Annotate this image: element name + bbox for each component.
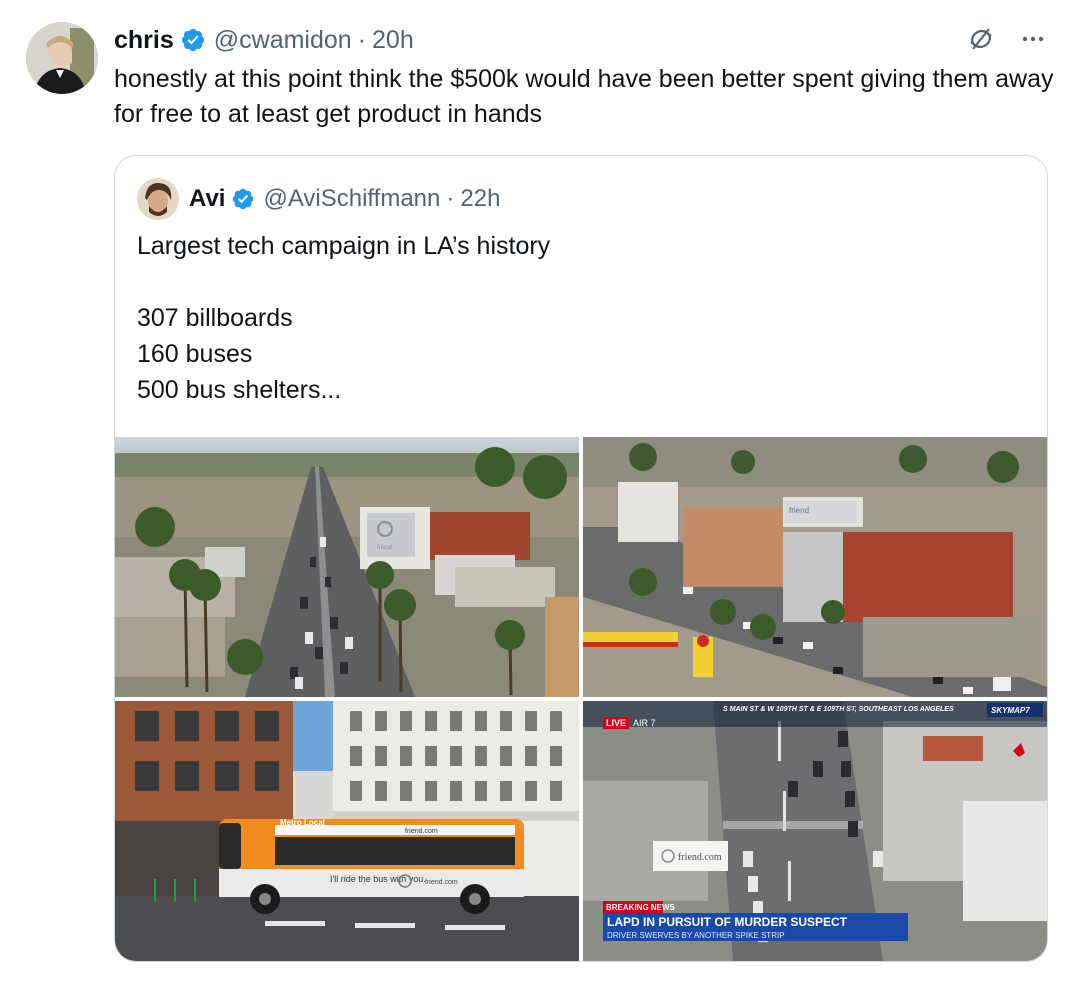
verified-badge-icon <box>231 187 255 211</box>
quoted-line: 160 buses <box>137 340 253 368</box>
quoted-author-handle[interactable]: @AviSchiffmann <box>263 185 440 213</box>
bus-route-label: Metro Local <box>280 818 325 827</box>
author-name[interactable]: chris <box>114 26 174 55</box>
quoted-timestamp[interactable]: 22h <box>460 185 500 213</box>
quoted-line: 500 bus shelters... <box>137 376 342 404</box>
author-handle[interactable]: @cwamidon <box>214 26 352 55</box>
photo-aerial-boulevard[interactable]: friend <box>115 437 579 697</box>
billboard-text: friend <box>377 545 392 551</box>
bus-side-url: friend.com <box>425 879 458 886</box>
quoted-line: Largest tech campaign in LA’s history <box>137 232 551 260</box>
tweet-actions-top <box>966 24 1048 54</box>
tweet-timestamp[interactable]: 20h <box>372 26 414 55</box>
news-location: S MAIN ST & W 109TH ST & E 109TH ST, SOU… <box>723 706 954 713</box>
verified-badge-icon <box>180 27 206 53</box>
media-grid: friend friend Metro Local friend.com I'l… <box>115 437 1047 961</box>
separator-dot: · <box>357 25 367 54</box>
news-subheadline: DRIVER SWERVES BY ANOTHER SPIKE STRIP <box>607 931 785 940</box>
quoted-line <box>137 264 1017 300</box>
news-live-badge: LIVE <box>606 718 626 728</box>
quoted-text: Largest tech campaign in LA’s history 30… <box>137 228 1017 408</box>
news-logo: SKYMAP7 <box>991 706 1030 715</box>
billboard-text: friend <box>789 506 809 515</box>
news-air-label: AIR 7 <box>633 718 656 728</box>
news-billboard-text: friend.com <box>678 852 722 863</box>
tweet-text: honestly at this point think the $500k w… <box>114 65 1054 128</box>
more-icon[interactable] <box>1018 24 1048 54</box>
quoted-author-name[interactable]: Avi <box>189 185 225 213</box>
photo-news-broadcast[interactable]: friend.com LIVE AIR 7 S MAIN ST & W 109T… <box>583 701 1047 961</box>
photo-metro-bus[interactable]: Metro Local friend.com I'll ride the bus… <box>115 701 579 961</box>
quoted-header: Avi @AviSchiffmann · 22h <box>137 178 500 220</box>
news-headline: LAPD IN PURSUIT OF MURDER SUSPECT <box>607 915 848 929</box>
bus-banner-text: friend.com <box>405 828 438 835</box>
photo-aerial-intersection[interactable]: friend <box>583 437 1047 697</box>
quoted-tweet[interactable]: Avi @AviSchiffmann · 22h Largest tech ca… <box>114 155 1048 962</box>
news-breaking: BREAKING NEWS <box>606 903 676 912</box>
quoted-avatar[interactable] <box>137 178 179 220</box>
quoted-line: 307 billboards <box>137 304 293 332</box>
tweet-header: chris @cwamidon · 20h <box>114 24 414 56</box>
author-avatar[interactable] <box>26 22 98 94</box>
separator-dot: · <box>446 185 455 212</box>
grok-icon[interactable] <box>966 24 996 54</box>
